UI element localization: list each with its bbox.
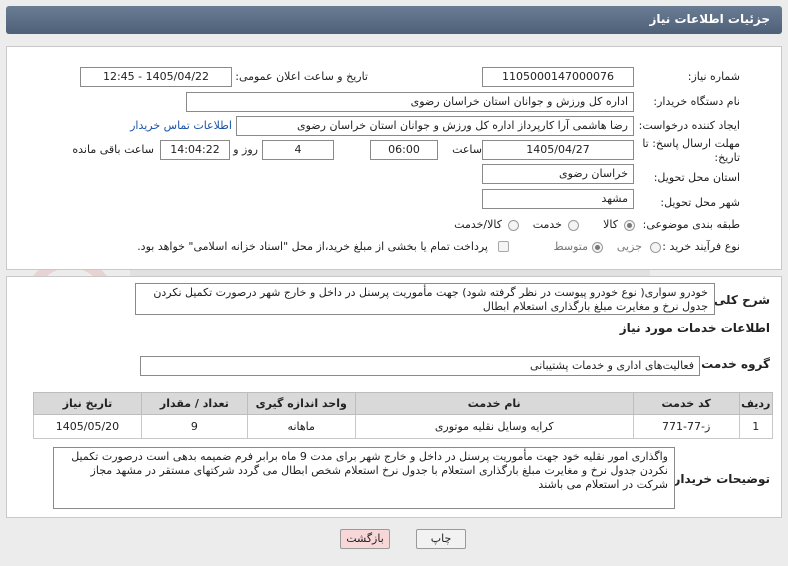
remaining-time-field: 14:04:22 bbox=[160, 140, 230, 160]
purchase-option-medium: متوسط bbox=[553, 240, 588, 253]
col-need-date: تاریخ نیاز bbox=[33, 392, 142, 415]
service-group-label: گروه خدمت: bbox=[696, 357, 770, 371]
print-button[interactable]: چاپ bbox=[416, 529, 466, 549]
col-row-number: ردیف bbox=[738, 392, 774, 415]
services-section-title: اطلاعات خدمات مورد نیاز bbox=[619, 321, 770, 335]
province-field: خراسان رضوی bbox=[482, 164, 634, 184]
deadline-date-label: تاریخ: bbox=[714, 151, 740, 164]
deadline-date-field: 1405/04/27 bbox=[482, 140, 634, 160]
treasury-note: پرداخت تمام یا بخشی از مبلغ خرید،از محل … bbox=[137, 240, 488, 253]
purchase-option-minor: جزیی bbox=[616, 240, 642, 253]
remaining-time-label: ساعت باقی مانده bbox=[72, 143, 154, 156]
col-unit: واحد اندازه گیری bbox=[246, 392, 356, 415]
table-row: 1 ز-77-771 کرایه وسایل نقلیه موتوری ماها… bbox=[33, 414, 774, 439]
category-label: طبقه بندی موضوعی: bbox=[642, 218, 740, 231]
buyer-org-label: نام دستگاه خریدار: bbox=[653, 95, 740, 108]
table-header-row: ردیف کد خدمت نام خدمت واحد اندازه گیری ت… bbox=[33, 392, 774, 415]
deadline-time-field: 06:00 bbox=[370, 140, 438, 160]
category-radio-service[interactable] bbox=[568, 220, 579, 231]
requester-field: رضا هاشمی آرا کارپرداز اداره کل ورزش و ج… bbox=[236, 116, 634, 136]
need-number-field: 1105000147000076 bbox=[482, 67, 634, 87]
col-service-name: نام خدمت bbox=[354, 392, 634, 415]
province-label: استان محل تحویل: bbox=[653, 171, 740, 184]
page-header: جزئیات اطلاعات نیاز bbox=[6, 6, 782, 34]
cell-need-date: 1405/05/20 bbox=[33, 414, 142, 439]
need-number-label: شماره نیاز: bbox=[687, 70, 740, 83]
purchase-radio-minor[interactable] bbox=[650, 242, 661, 253]
days-label: روز و bbox=[233, 143, 258, 156]
services-table: ردیف کد خدمت نام خدمت واحد اندازه گیری ت… bbox=[33, 392, 774, 439]
category-option-goods-service: کالا/خدمت bbox=[454, 218, 502, 231]
col-service-code: کد خدمت bbox=[632, 392, 740, 415]
purchase-radio-medium[interactable] bbox=[592, 242, 603, 253]
service-group-field: فعالیت‌های اداری و خدمات پشتیبانی bbox=[140, 356, 700, 376]
announce-date-field: 1405/04/22 - 12:45 bbox=[80, 67, 232, 87]
summary-text: خودرو سواری( نوع خودرو پیوست در نظر گرفت… bbox=[135, 283, 715, 315]
city-label: شهر محل تحویل: bbox=[660, 196, 740, 209]
buyer-notes-label: توضیحات خریدار: bbox=[668, 472, 770, 486]
category-option-goods: کالا bbox=[603, 218, 618, 231]
cell-service-name: کرایه وسایل نقلیه موتوری bbox=[354, 414, 634, 439]
city-field: مشهد bbox=[482, 189, 634, 209]
category-radio-goods-service[interactable] bbox=[508, 220, 519, 231]
deadline-label: مهلت ارسال پاسخ: تا bbox=[642, 137, 740, 150]
buyer-notes-text: واگذاری امور نقلیه خود جهت مأموریت پرسنل… bbox=[53, 447, 675, 509]
cell-service-code: ز-77-771 bbox=[632, 414, 740, 439]
buyer-org-field: اداره کل ورزش و جوانان استان خراسان رضوی bbox=[186, 92, 634, 112]
buyer-contact-link[interactable]: اطلاعات تماس خریدار bbox=[130, 119, 232, 132]
requester-label: ایجاد کننده درخواست: bbox=[638, 119, 740, 132]
cell-unit: ماهانه bbox=[246, 414, 356, 439]
page-title: جزئیات اطلاعات نیاز bbox=[649, 12, 770, 26]
treasury-checkbox[interactable] bbox=[498, 241, 509, 252]
back-button[interactable]: بازگشت bbox=[340, 529, 390, 549]
cell-row-number: 1 bbox=[738, 414, 774, 439]
category-option-service: خدمت bbox=[532, 218, 562, 231]
purchase-type-label: نوع فرآیند خرید : bbox=[662, 240, 740, 253]
category-radio-goods[interactable] bbox=[624, 220, 635, 231]
deadline-time-label: ساعت bbox=[452, 143, 482, 156]
cell-quantity: 9 bbox=[140, 414, 248, 439]
announce-date-label: تاریخ و ساعت اعلان عمومی: bbox=[235, 70, 368, 83]
days-remaining-field: 4 bbox=[262, 140, 334, 160]
col-quantity: تعداد / مقدار bbox=[140, 392, 248, 415]
